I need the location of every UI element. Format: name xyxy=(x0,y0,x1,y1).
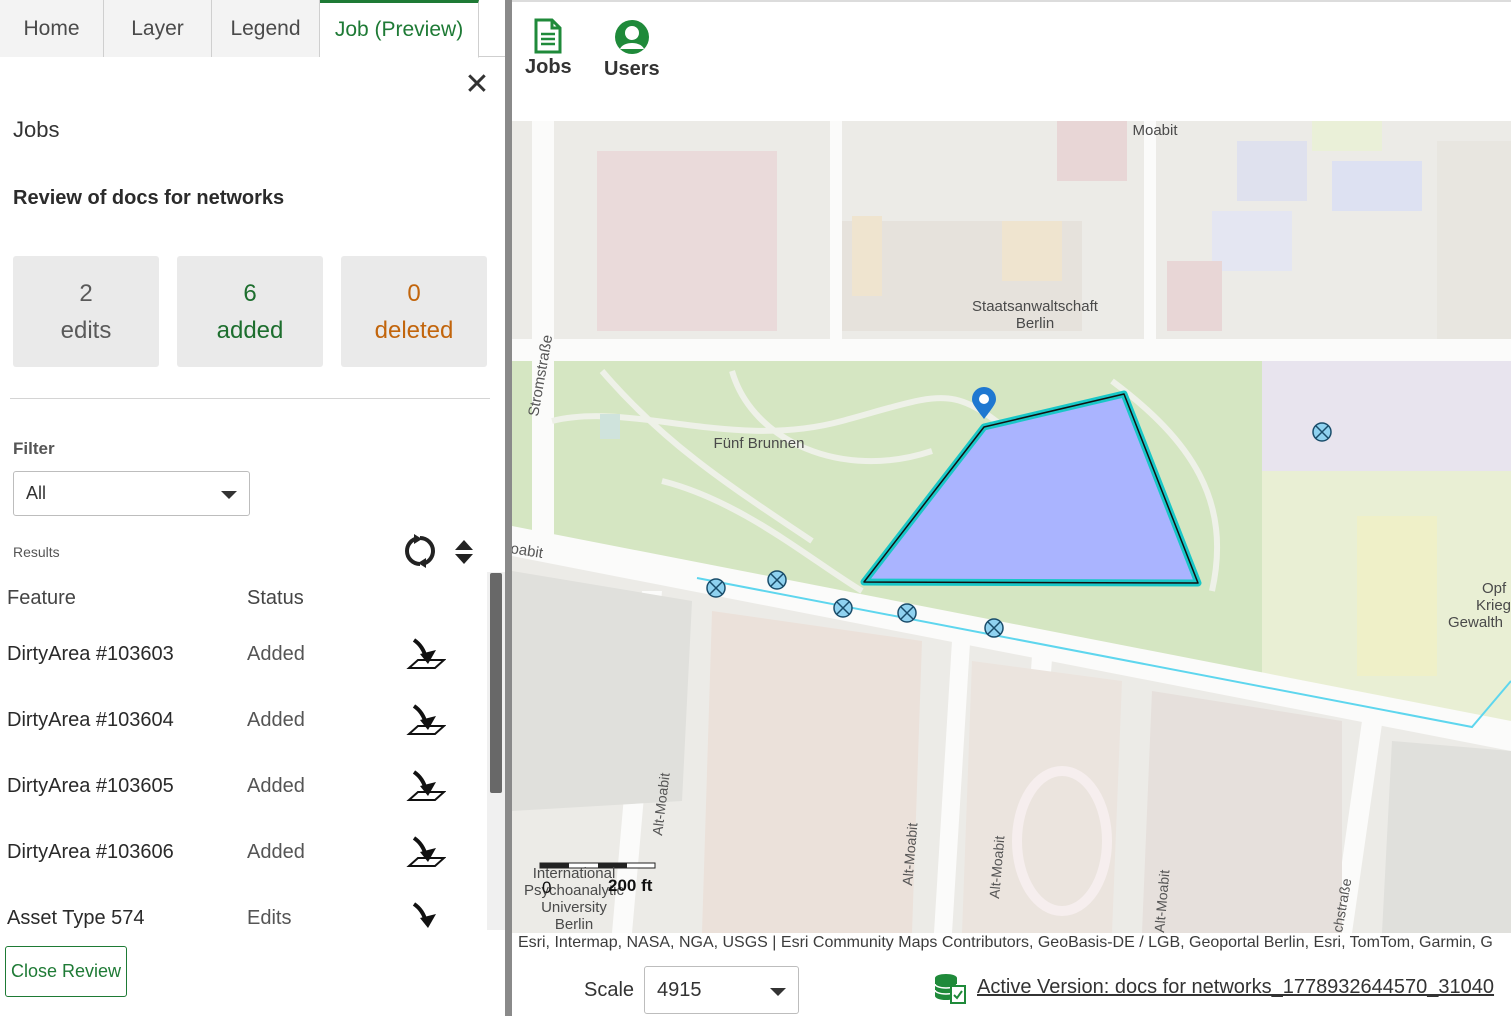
jobs-button[interactable]: Jobs xyxy=(525,18,572,79)
scalebar-zero: 0 xyxy=(542,878,551,897)
divider xyxy=(10,398,490,399)
result-feature: DirtyArea #103605 xyxy=(7,775,174,797)
result-row[interactable]: Asset Type 574 Edits xyxy=(0,887,487,930)
result-status: Added xyxy=(247,643,305,665)
filter-label: Filter xyxy=(13,439,55,458)
panel-title: Jobs xyxy=(13,117,60,142)
zoom-to-feature-icon[interactable] xyxy=(406,768,446,808)
result-feature: Asset Type 574 xyxy=(7,907,145,929)
scalebar-distance: 200 ft xyxy=(608,876,653,895)
result-row[interactable]: DirtyArea #103604 Added xyxy=(0,689,487,755)
scrollbar-thumb[interactable] xyxy=(490,573,502,793)
database-version-icon xyxy=(934,974,966,1004)
zoom-to-feature-icon[interactable] xyxy=(406,900,446,930)
tab-home[interactable]: Home xyxy=(0,0,104,57)
filter-dropdown[interactable]: All xyxy=(13,471,250,516)
column-header-feature[interactable]: Feature xyxy=(7,587,76,610)
label-fuenf-brunnen: Fünf Brunnen xyxy=(714,435,805,452)
map-view[interactable]: Moabit Staatsanwaltschaft Berlin Fünf Br… xyxy=(512,121,1511,933)
result-feature: DirtyArea #103603 xyxy=(7,643,174,665)
stat-added-value: 6 xyxy=(243,279,257,307)
panel-splitter[interactable] xyxy=(505,0,512,1016)
label-ipu: Berlin xyxy=(555,916,593,933)
result-status: Edits xyxy=(247,907,292,929)
result-status: Added xyxy=(247,841,305,863)
stat-deleted-label: deleted xyxy=(374,316,454,344)
tab-bar: Home Layer Legend Job (Preview) xyxy=(0,0,505,58)
stat-deleted-value: 0 xyxy=(407,279,421,307)
results-list: DirtyArea #103603 Added DirtyArea #10360… xyxy=(0,623,487,930)
label-opfer: Opf xyxy=(1482,580,1507,597)
stat-added[interactable]: 6 added xyxy=(177,256,323,367)
column-header-status[interactable]: Status xyxy=(247,587,304,610)
label-gewalt: Gewalth xyxy=(1448,614,1503,631)
job-name: Review of docs for networks xyxy=(13,187,285,209)
map-attribution: Esri, Intermap, NASA, NGA, USGS | Esri C… xyxy=(512,933,1511,953)
tab-layer[interactable]: Layer xyxy=(104,0,212,57)
jobs-label: Jobs xyxy=(525,56,572,78)
basemap: Moabit Staatsanwaltschaft Berlin Fünf Br… xyxy=(512,121,1511,933)
map-toolbar xyxy=(512,0,1511,121)
close-review-button[interactable]: Close Review xyxy=(5,946,127,997)
result-row[interactable]: DirtyArea #103606 Added xyxy=(0,821,487,887)
label-moabit: Moabit xyxy=(1132,122,1178,139)
active-version-link[interactable]: Active Version: docs for networks_177893… xyxy=(977,976,1494,999)
zoom-to-feature-icon[interactable] xyxy=(406,834,446,874)
sort-icon[interactable] xyxy=(453,539,475,565)
scale-dropdown[interactable]: 4915 xyxy=(644,966,799,1014)
label-staatsanwaltschaft-berlin: Berlin xyxy=(1016,315,1054,332)
label-ipu: University xyxy=(541,899,607,916)
job-panel: Home Layer Legend Job (Preview) ✕ Jobs R… xyxy=(0,0,505,1016)
chevron-down-icon xyxy=(221,491,237,499)
tab-legend[interactable]: Legend xyxy=(212,0,320,57)
result-row[interactable]: DirtyArea #103603 Added xyxy=(0,623,487,689)
zoom-to-feature-icon[interactable] xyxy=(406,636,446,676)
label-krieg: Krieg xyxy=(1476,597,1511,614)
results-label: Results xyxy=(13,544,60,560)
zoom-to-feature-icon[interactable] xyxy=(406,702,446,742)
result-status: Added xyxy=(247,775,305,797)
tab-job-preview[interactable]: Job (Preview) xyxy=(320,0,479,58)
stat-deleted[interactable]: 0 deleted xyxy=(341,256,487,367)
result-status: Added xyxy=(247,709,305,731)
stat-edits[interactable]: 2 edits xyxy=(13,256,159,367)
close-panel-icon[interactable]: ✕ xyxy=(462,70,492,100)
toolbar-top-border xyxy=(512,0,1511,2)
stat-edits-value: 2 xyxy=(79,279,93,307)
result-feature: DirtyArea #103606 xyxy=(7,841,174,863)
stat-edits-label: edits xyxy=(60,316,112,344)
chevron-down-icon xyxy=(770,988,786,996)
users-button[interactable]: Users xyxy=(604,18,660,81)
result-feature: DirtyArea #103604 xyxy=(7,709,174,731)
label-staatsanwaltschaft: Staatsanwaltschaft xyxy=(972,298,1099,315)
user-icon xyxy=(614,20,649,54)
scale-label: Scale xyxy=(584,979,635,1001)
document-icon xyxy=(534,18,562,54)
scale-value: 4915 xyxy=(657,978,702,1001)
result-row[interactable]: DirtyArea #103605 Added xyxy=(0,755,487,821)
stat-added-label: added xyxy=(216,316,284,344)
filter-value: All xyxy=(26,483,47,503)
users-label: Users xyxy=(604,58,660,80)
refresh-icon[interactable] xyxy=(402,533,438,569)
